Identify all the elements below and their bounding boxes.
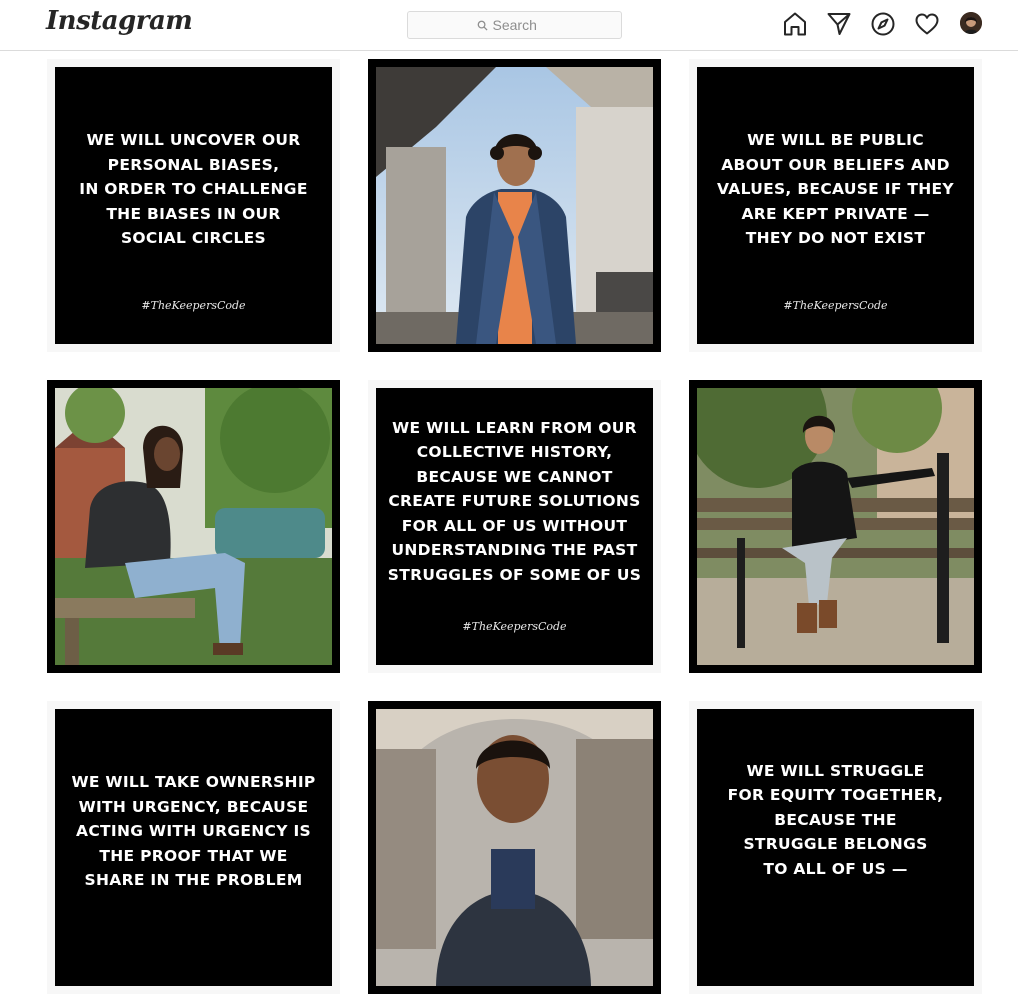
quote-text: We will be public about our beliefs and …: [717, 131, 954, 248]
quote-card: We will uncover our personal biases, in …: [55, 67, 332, 344]
post-quote-1[interactable]: We will uncover our personal biases, in …: [47, 59, 340, 352]
explore-icon[interactable]: [870, 11, 896, 37]
quote-card: We will struggle for equity together, be…: [697, 709, 974, 986]
direct-icon[interactable]: [826, 11, 852, 37]
hashtag-caption: #TheKeepersCode: [462, 620, 567, 633]
quote-card: We will take ownership with urgency, bec…: [55, 709, 332, 986]
hashtag-caption: #TheKeepersCode: [141, 299, 246, 312]
quote-text: We will learn from our collective histor…: [387, 418, 642, 584]
instagram-logo[interactable]: Instagram: [46, 6, 193, 36]
activity-icon[interactable]: [914, 11, 940, 37]
post-quote-2[interactable]: We will be public about our beliefs and …: [689, 59, 982, 352]
post-photo-2[interactable]: [47, 380, 340, 673]
top-nav-bar: Instagram: [0, 0, 1018, 51]
search-icon: [477, 20, 488, 31]
photo-denim-jacket: [376, 67, 653, 344]
quote-card: We will learn from our collective histor…: [376, 388, 653, 665]
quote-text: We will take ownership with urgency, bec…: [71, 773, 316, 890]
photo-park-bench: [697, 388, 974, 665]
quote-text: We will struggle for equity together, be…: [727, 761, 944, 878]
quote-card: We will be public about our beliefs and …: [697, 67, 974, 344]
home-icon[interactable]: [782, 11, 808, 37]
post-quote-3[interactable]: We will learn from our collective histor…: [368, 380, 661, 673]
search-input[interactable]: [492, 17, 553, 33]
post-photo-3[interactable]: [689, 380, 982, 673]
post-photo-4[interactable]: [368, 701, 661, 994]
profile-avatar[interactable]: [960, 12, 982, 34]
hashtag-caption: #TheKeepersCode: [783, 299, 888, 312]
post-photo-1[interactable]: [368, 59, 661, 352]
post-quote-4[interactable]: We will take ownership with urgency, bec…: [47, 701, 340, 994]
quote-text: We will uncover our personal biases, in …: [79, 131, 308, 248]
search-box[interactable]: [407, 11, 622, 39]
photo-garden: [55, 388, 332, 665]
post-quote-5[interactable]: We will struggle for equity together, be…: [689, 701, 982, 994]
photo-archway: [376, 709, 653, 986]
